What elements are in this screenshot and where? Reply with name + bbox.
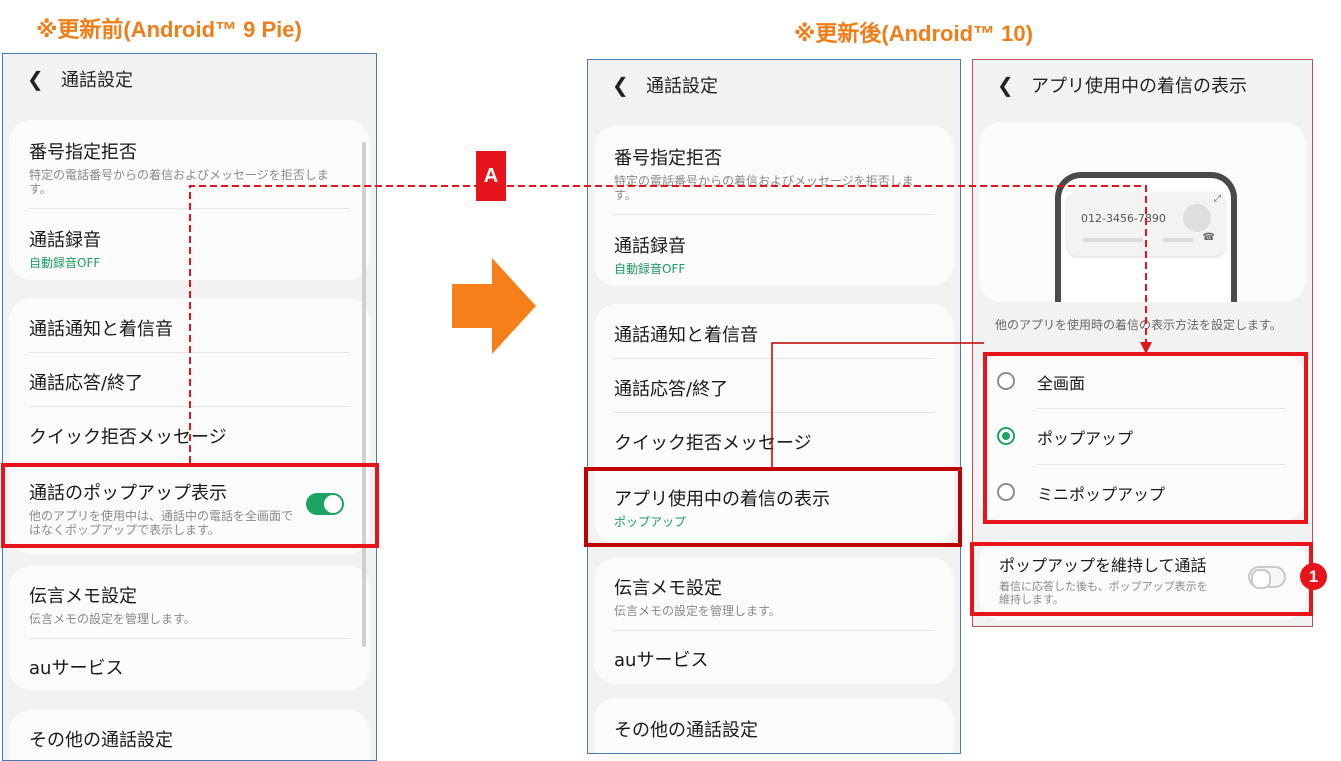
screen-call-settings-after: ❮ 通話設定 番号指定拒否 特定の電話番号からの着信およびメッセージを拒否します…: [587, 59, 961, 754]
settings-card-3: 伝言メモ設定 伝言メモの設定を管理します。 auサービス: [594, 558, 954, 684]
phone-illustration: 012-3456-7890 ⤢ ☎: [1055, 172, 1237, 302]
call-popup-preview: 012-3456-7890 ⤢ ☎: [1067, 192, 1225, 256]
divider: [614, 358, 934, 359]
setting-au-service[interactable]: auサービス: [614, 646, 934, 672]
setting-call-recording[interactable]: 通話録音 自動録音OFF: [614, 232, 934, 276]
setting-status: 自動録音OFF: [29, 256, 101, 270]
setting-label: 通話応答/終了: [614, 379, 729, 400]
settings-card-4: その他の通話設定: [9, 710, 370, 760]
hang-up-icon: ☎: [1202, 232, 1215, 243]
setting-label: auサービス: [614, 650, 709, 671]
settings-card-1: 番号指定拒否 特定の電話番号からの着信およびメッセージを拒否します。 通話録音 …: [9, 120, 370, 280]
chevron-left-icon[interactable]: ❮: [27, 67, 61, 91]
setting-voicemail[interactable]: 伝言メモ設定 伝言メモの設定を管理します。: [614, 574, 934, 618]
divider: [614, 630, 934, 631]
avatar: [1183, 204, 1211, 232]
chevron-left-icon[interactable]: ❮: [997, 73, 1031, 97]
highlight-incoming-in-app: [584, 467, 962, 547]
label-a-badge: A: [476, 151, 506, 201]
settings-card-3: 伝言メモ設定 伝言メモの設定を管理します。 auサービス: [9, 566, 370, 690]
expand-icon: ⤢: [1213, 194, 1221, 204]
setting-label: 通話応答/終了: [29, 373, 144, 394]
setting-other[interactable]: その他の通話設定: [614, 716, 934, 742]
page-title: 通話設定: [646, 76, 718, 97]
setting-notifications[interactable]: 通話通知と着信音: [29, 315, 350, 341]
heading-before-update: ※更新前(Android™ 9 Pie): [36, 17, 302, 42]
highlight-display-options: [983, 352, 1308, 524]
app-bar: ❮ 通話設定: [3, 54, 376, 104]
setting-block-numbers[interactable]: 番号指定拒否 特定の電話番号からの着信およびメッセージを拒否します。: [29, 138, 350, 196]
setting-notifications[interactable]: 通話通知と着信音: [614, 321, 934, 347]
setting-call-recording[interactable]: 通話録音 自動録音OFF: [29, 226, 350, 270]
setting-label: その他の通話設定: [29, 730, 173, 751]
setting-answer-end[interactable]: 通話応答/終了: [29, 369, 350, 395]
setting-label: 番号指定拒否: [614, 148, 722, 169]
divider: [29, 352, 350, 353]
setting-status: 自動録音OFF: [614, 262, 686, 276]
setting-block-numbers[interactable]: 番号指定拒否 特定の電話番号からの着信およびメッセージを拒否します。: [614, 144, 934, 200]
app-bar: ❮ アプリ使用中の着信の表示: [973, 60, 1312, 110]
setting-quick-decline[interactable]: クイック拒否メッセージ: [614, 429, 934, 455]
setting-label: 通話通知と着信音: [614, 325, 758, 346]
setting-voicemail[interactable]: 伝言メモ設定 伝言メモの設定を管理します。: [29, 582, 350, 626]
page-title: 通話設定: [61, 70, 133, 91]
preview-phone-number: 012-3456-7890: [1081, 212, 1166, 225]
setting-label: 伝言メモ設定: [614, 578, 722, 599]
setting-label: 番号指定拒否: [29, 142, 137, 163]
setting-label: 通話通知と着信音: [29, 319, 173, 340]
divider: [29, 208, 350, 209]
divider: [29, 638, 350, 639]
divider: [614, 412, 934, 413]
setting-description: 伝言メモの設定を管理します。: [29, 612, 196, 626]
preview-card: 012-3456-7890 ⤢ ☎: [979, 122, 1306, 302]
page-title: アプリ使用中の着信の表示: [1031, 76, 1247, 97]
setting-label: 通話録音: [614, 236, 686, 257]
preview-line: [1083, 238, 1143, 242]
highlight-keep-popup: [970, 542, 1313, 616]
setting-label: その他の通話設定: [614, 720, 758, 741]
chevron-left-icon[interactable]: ❮: [612, 73, 646, 97]
setting-other[interactable]: その他の通話設定: [29, 726, 350, 752]
setting-label: 通話録音: [29, 230, 101, 251]
setting-label: auサービス: [29, 658, 124, 679]
setting-description: 伝言メモの設定を管理します。: [614, 604, 781, 618]
setting-quick-decline[interactable]: クイック拒否メッセージ: [29, 423, 350, 449]
scrollbar[interactable]: [362, 142, 366, 647]
setting-description: 特定の電話番号からの着信およびメッセージを拒否します。: [614, 174, 914, 200]
setting-answer-end[interactable]: 通話応答/終了: [614, 375, 934, 401]
app-bar: ❮ 通話設定: [588, 60, 960, 110]
setting-au-service[interactable]: auサービス: [29, 654, 350, 680]
settings-card-1: 番号指定拒否 特定の電話番号からの着信およびメッセージを拒否します。 通話録音 …: [594, 126, 954, 286]
screen-call-settings-before: ❮ 通話設定 番号指定拒否 特定の電話番号からの着信およびメッセージを拒否します…: [2, 53, 377, 761]
setting-label: クイック拒否メッセージ: [29, 427, 227, 448]
divider: [614, 214, 934, 215]
setting-label: 伝言メモ設定: [29, 586, 137, 607]
setting-description: 特定の電話番号からの着信およびメッセージを拒否します。: [29, 168, 329, 196]
divider: [29, 406, 350, 407]
setting-label: クイック拒否メッセージ: [614, 433, 812, 454]
arrow-right-icon: [452, 258, 536, 354]
marker-1-badge: 1: [1300, 563, 1327, 590]
heading-after-update: ※更新後(Android™ 10): [794, 21, 1033, 46]
highlight-popup-display: [1, 463, 379, 548]
setting-description: 他のアプリを使用時の着信の表示方法を設定します。: [995, 318, 1282, 332]
settings-card-4: その他の通話設定: [594, 698, 954, 753]
preview-line: [1163, 238, 1193, 242]
